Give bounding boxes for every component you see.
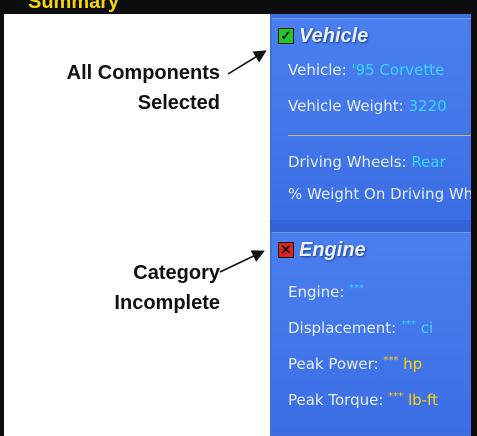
section-separator: [270, 220, 471, 232]
peak-torque-label: Peak Torque:: [288, 391, 384, 409]
engine-title: Engine: [299, 238, 366, 261]
vehicle-row: Vehicle: '95 Corvette: [288, 61, 444, 79]
vehicle-weight-label: Vehicle Weight:: [288, 97, 404, 115]
arrow-to-engine-check: [219, 250, 265, 273]
vehicle-header: ✓ Vehicle: [278, 25, 368, 47]
vehicle-title: Vehicle: [299, 24, 369, 47]
section-divider: [288, 135, 471, 136]
peak-power-unit: hp: [403, 355, 423, 373]
vehicle-section: ✓ Vehicle Vehicle: '95 Corvette Vehicle …: [272, 18, 471, 221]
driving-wheels-value: Rear: [411, 153, 446, 171]
driving-wheels-row: Driving Wheels: Rear: [288, 153, 446, 171]
displacement-stars: ***: [400, 319, 416, 330]
vehicle-weight-row: Vehicle Weight: 3220: [288, 97, 447, 115]
engine-value: ***: [349, 283, 365, 294]
peak-torque-stars: ***: [388, 391, 404, 402]
peak-torque-unit: lb-ft: [407, 391, 438, 409]
peak-torque-row: Peak Torque: *** lb-ft: [288, 391, 438, 409]
weight-on-driving-label: % Weight On Driving Wheels: [288, 185, 471, 203]
engine-label: Engine:: [288, 283, 345, 301]
engine-section: ✕ Engine Engine: *** Displacement: *** c…: [272, 232, 471, 433]
peak-power-label: Peak Power:: [288, 355, 379, 373]
displacement-unit: ci: [420, 319, 434, 337]
screenshot-frame: Summary All Components Selected Category…: [0, 0, 477, 436]
displacement-row: Displacement: *** ci: [288, 319, 433, 337]
engine-incomplete-icon[interactable]: ✕: [278, 242, 294, 258]
displacement-label: Displacement:: [288, 319, 397, 337]
arrow-to-vehicle-check: [227, 50, 267, 75]
vehicle-weight-value: 3220: [408, 97, 447, 115]
vehicle-label: Vehicle:: [288, 61, 347, 79]
vehicle-value: '95 Corvette: [351, 61, 445, 79]
weight-on-driving-row: % Weight On Driving Wheels: [288, 185, 471, 203]
engine-header: ✕ Engine: [278, 239, 366, 261]
vehicle-check-icon[interactable]: ✓: [278, 28, 294, 44]
engine-row: Engine: ***: [288, 283, 364, 301]
summary-panel: ✓ Vehicle Vehicle: '95 Corvette Vehicle …: [270, 14, 471, 436]
peak-power-stars: ***: [383, 355, 399, 366]
driving-wheels-label: Driving Wheels:: [288, 153, 407, 171]
peak-power-row: Peak Power: *** hp: [288, 355, 422, 373]
